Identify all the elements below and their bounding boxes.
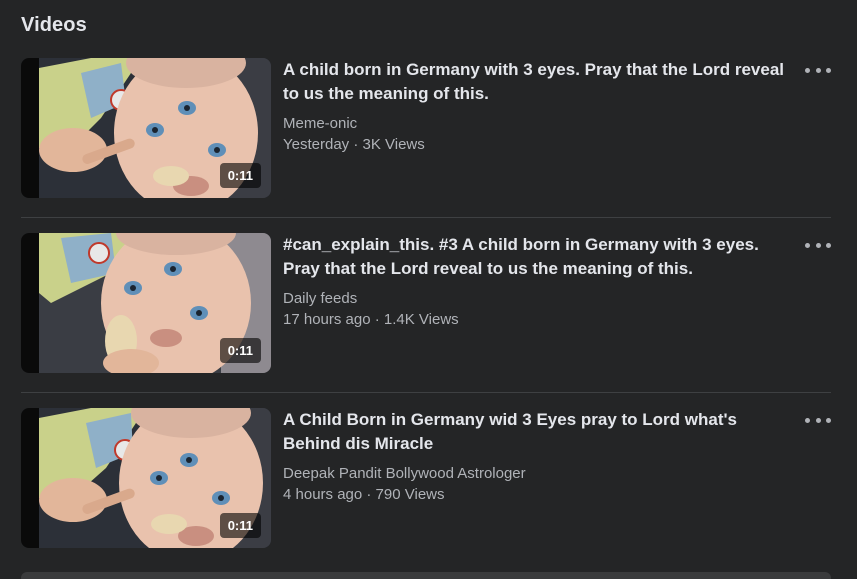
video-item[interactable]: 0:11 A child born in Germany with 3 eyes… [21, 58, 831, 198]
video-item[interactable]: 0:11 #can_explain_this. #3 A child born … [21, 233, 831, 373]
video-title[interactable]: A Child Born in Germany wid 3 Eyes pray … [283, 408, 793, 456]
video-thumbnail[interactable]: 0:11 [21, 233, 271, 373]
channel-name[interactable]: Meme-onic [283, 114, 793, 134]
dot [805, 417, 810, 423]
more-options-icon[interactable] [805, 237, 831, 253]
dot [826, 417, 831, 423]
dot [805, 242, 810, 248]
section-title: Videos [21, 14, 87, 36]
video-meta: Yesterday · 3K Views [283, 136, 425, 153]
video-duration: 0:11 [219, 163, 261, 188]
dot [815, 417, 821, 423]
video-info: A Child Born in Germany wid 3 Eyes pray … [283, 408, 793, 506]
video-duration: 0:11 [219, 513, 261, 538]
dot [815, 242, 821, 248]
video-info: #can_explain_this. #3 A child born in Ge… [283, 233, 793, 331]
next-section-card [21, 572, 831, 579]
video-info: A child born in Germany with 3 eyes. Pra… [283, 58, 793, 156]
video-item[interactable]: 0:11 A Child Born in Germany wid 3 Eyes … [21, 408, 831, 548]
video-thumbnail[interactable]: 0:11 [21, 408, 271, 548]
dot [826, 242, 831, 248]
video-thumbnail[interactable]: 0:11 [21, 58, 271, 198]
video-duration: 0:11 [219, 338, 261, 363]
videos-panel: Videos 0:11 A child born in Germany with… [0, 0, 857, 579]
video-title[interactable]: A child born in Germany with 3 eyes. Pra… [283, 58, 793, 106]
divider [21, 217, 831, 218]
video-meta: 17 hours ago · 1.4K Views [283, 311, 459, 328]
channel-name[interactable]: Deepak Pandit Bollywood Astrologer [283, 464, 793, 484]
dot [805, 67, 810, 73]
channel-name[interactable]: Daily feeds [283, 289, 793, 309]
dot [826, 67, 831, 73]
video-meta: 4 hours ago · 790 Views [283, 486, 445, 503]
divider [21, 392, 831, 393]
more-options-icon[interactable] [805, 62, 831, 78]
dot [815, 67, 821, 73]
video-title[interactable]: #can_explain_this. #3 A child born in Ge… [283, 233, 793, 281]
more-options-icon[interactable] [805, 412, 831, 428]
